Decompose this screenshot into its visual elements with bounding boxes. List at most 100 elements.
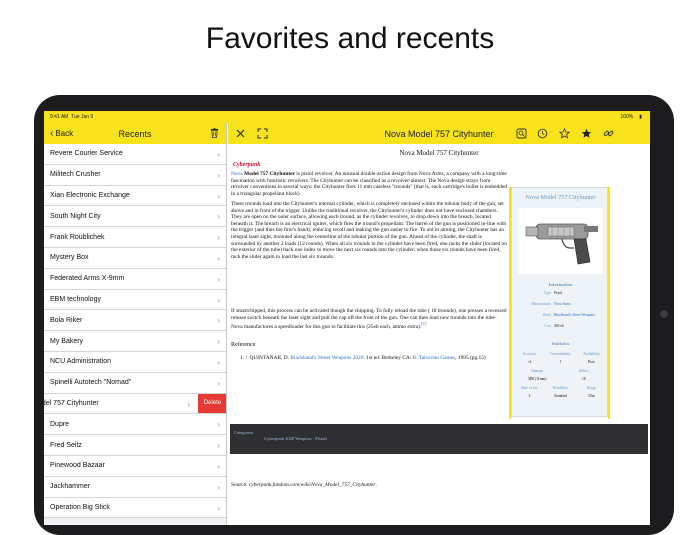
source-line: Source: cyberpunk.fandom.com/wiki/Nova_M…	[231, 482, 377, 488]
recents-item-label: Pinewood Bazaar	[50, 462, 105, 470]
stat-cell: Availability	[583, 352, 600, 356]
stats-grid-3-values: 2 Standard 50m	[514, 394, 607, 398]
recents-item[interactable]: Militech Crusher ›	[44, 164, 226, 186]
article: Nova Model 757 Cityhunter Cyberpunk Nova…	[228, 144, 650, 525]
recents-item[interactable]: Xian Electronic Exchange ›	[44, 185, 226, 207]
stats-grid-3-head: Rate of fire Reliability Range	[514, 386, 607, 390]
info-key: Book	[543, 313, 551, 317]
trash-icon[interactable]	[210, 128, 219, 138]
source-url[interactable]: cyberpunk.fandom.com/wiki/Nova_Model_757…	[249, 482, 376, 488]
delete-button[interactable]: Delete	[198, 393, 226, 414]
history-icon[interactable]	[537, 128, 548, 139]
info-key: Cost	[544, 324, 551, 328]
chevron-right-icon: ›	[217, 337, 220, 347]
source-prefix: Source:	[231, 482, 249, 488]
info-heading: Information	[548, 282, 573, 287]
revolver-image	[518, 208, 603, 274]
recents-item-label: Xian Electronic Exchange	[50, 191, 130, 199]
recents-item[interactable]: Operation Big Stick ›	[44, 497, 226, 519]
chevron-right-icon: ›	[217, 441, 220, 451]
chevron-right-icon: ›	[217, 274, 220, 284]
recents-item[interactable]: Federated Arms X-9mm ›	[44, 268, 226, 290]
footnote-link[interactable]: [1]	[421, 321, 426, 326]
stat-cell: Poor	[588, 360, 595, 364]
stats-heading: Statistics	[551, 341, 570, 346]
stat-cell: J	[559, 360, 562, 364]
favorites-star-icon[interactable]	[581, 128, 592, 139]
recents-item[interactable]: My Bakery ›	[44, 331, 226, 352]
stat-cell: +2	[527, 360, 532, 364]
info-row: Type Pistol	[512, 291, 609, 295]
ref-author: QUINTANAR, D.	[248, 355, 291, 361]
recents-item-label: odel 757 Cityhunter	[44, 399, 99, 407]
cyberpunk-logo: Cyberpunk	[233, 162, 261, 168]
chevron-right-icon: ›	[217, 316, 220, 326]
recents-item-label: Jackhammer	[50, 483, 91, 491]
ref-publisher-link[interactable]: R. Talsorian Games	[413, 355, 456, 361]
recents-item-label: My Bakery	[50, 337, 84, 345]
intro-bold: Model 757 Cityhunter	[242, 171, 295, 177]
recents-item-label: Federated Arms X-9mm	[50, 275, 125, 283]
chevron-right-icon: ›	[217, 170, 220, 180]
info-row: Book Blackhand's Street Weapons	[512, 313, 609, 317]
recents-item-label: Dupre	[50, 420, 70, 428]
recents-item[interactable]: Frank Roublichek ›	[44, 227, 226, 248]
recents-item[interactable]: odel 757 Cityhunter › Delete	[44, 393, 226, 415]
find-in-page-icon[interactable]	[516, 128, 527, 139]
recents-item[interactable]: Jackhammer ›	[44, 476, 226, 498]
stat-cell: #Shots	[578, 369, 589, 373]
ref-end: , 1995 (pg.15)	[455, 355, 486, 361]
recents-item[interactable]: NCU Administration ›	[44, 351, 226, 373]
link-icon[interactable]	[603, 128, 614, 139]
status-battery: 100%	[620, 114, 634, 120]
stats-grid-2-head: Damage #Shots	[514, 369, 607, 373]
sidebar-title: Recents	[118, 128, 152, 139]
recents-item-label: Fred Seitz	[50, 441, 82, 449]
stats-grid-1-head: Accuracy Concealability Availability	[514, 352, 607, 356]
info-value: 400 eb	[554, 324, 564, 328]
recents-item-label: Militech Crusher	[50, 171, 101, 179]
chevron-right-icon: ›	[217, 295, 220, 305]
source-suffix: .	[375, 482, 377, 488]
info-row: Cost 400 eb	[512, 324, 609, 328]
recents-item-label: Spinelli Autotech "Nomad"	[50, 379, 132, 387]
battery-icon: ▮	[639, 114, 642, 120]
recents-item[interactable]: Pinewood Bazaar ›	[44, 455, 226, 477]
categories-links[interactable]: Cyberpunk 2020 Weapons · Pistols	[234, 436, 644, 442]
chevron-right-icon: ›	[187, 399, 190, 409]
info-key: Type	[543, 291, 551, 295]
categories-band: Categories Cyberpunk 2020 Weapons · Pist…	[230, 424, 648, 454]
detail-pane: Nova Model 757 Cityhunter Nova Model 757…	[228, 123, 650, 525]
recents-item[interactable]: Bola Riker ›	[44, 310, 226, 332]
info-value[interactable]: Nova Arms	[554, 302, 609, 306]
recents-item[interactable]: Dupre ›	[44, 414, 226, 436]
stats-grid-2-values: 3D6 (11mm) 18	[514, 377, 607, 381]
recents-item[interactable]: Revere Courier Service ›	[44, 144, 226, 165]
chevron-right-icon: ›	[217, 482, 220, 492]
chevron-right-icon: ›	[217, 420, 220, 430]
recents-item-label: Frank Roublichek	[50, 233, 105, 241]
infobox-title: Nova Model 757 Cityhunter	[525, 194, 596, 201]
ref-number: 1.	[240, 355, 245, 361]
info-row: Manufacturer Nova Arms	[512, 302, 609, 306]
star-outline-icon[interactable]	[559, 128, 570, 139]
recents-item[interactable]: Mystery Box ›	[44, 247, 226, 269]
recents-item-label: Revere Courier Service	[50, 150, 123, 158]
recents-item-label: EBM technology	[50, 295, 101, 303]
stat-cell: Standard	[554, 394, 567, 398]
ref-mid: . 1st ed. Berkeley CA:	[363, 355, 413, 361]
recents-item[interactable]: Fred Seitz ›	[44, 435, 226, 456]
stat-cell: Reliability	[552, 386, 569, 390]
recents-item[interactable]: Spinelli Autotech "Nomad" ›	[44, 372, 226, 394]
stat-cell: Accuracy	[522, 352, 537, 356]
recents-item[interactable]: South Night City ›	[44, 206, 226, 228]
stat-cell: 18	[581, 377, 586, 381]
stat-cell: Damage	[531, 369, 544, 373]
ref-book-link[interactable]: Blackhand's Street Weapons 2020	[290, 355, 363, 361]
stat-cell: Concealability	[550, 352, 571, 356]
chevron-right-icon: ›	[217, 461, 220, 471]
nova-link[interactable]: Nova	[231, 171, 243, 177]
stat-cell: 50m	[588, 394, 595, 398]
recents-item[interactable]: EBM technology ›	[44, 289, 226, 311]
info-value[interactable]: Blackhand's Street Weapons	[554, 313, 609, 317]
